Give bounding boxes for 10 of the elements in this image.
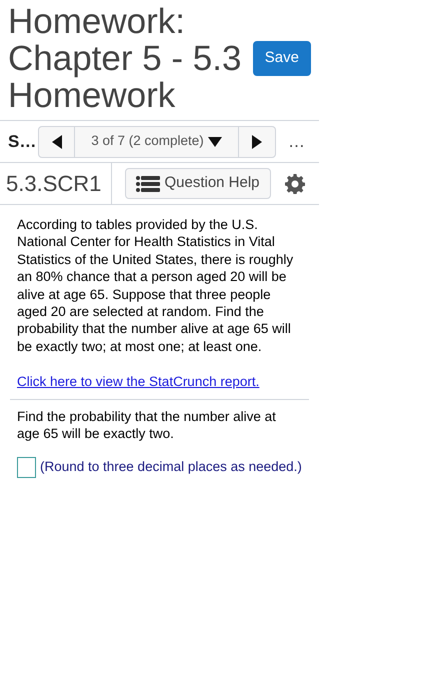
question-id: 5.3.SCR1 [6,162,112,204]
question-text: Find the probability that the number alive at age 65 will be exactly two. [16,408,277,442]
more-button[interactable]: … [288,128,305,154]
save-button[interactable]: Save [252,41,311,76]
statcrunch-link[interactable]: Click here to view the StatCrunch report. [10,372,309,392]
page-title: Homework: Chapter 5 - 5.3 Homework [8,3,242,114]
problem-text: According to tables provided by the U.S. National Center for Health Statistics in Vital Statistics of the United States, there is roughly an 80% chance that a person aged 20 will be alive at age 65. Suppose that three people aged 20 are selected at random. Find the probability that the number alive at age 65 will be exactly two; at most one; at least one. [16,216,294,356]
section-label[interactable]: S… [8,128,38,154]
question-help-button[interactable]: Question Help [125,168,271,199]
rounding-hint: (Round to three decimal places as needed.) [40,459,302,474]
